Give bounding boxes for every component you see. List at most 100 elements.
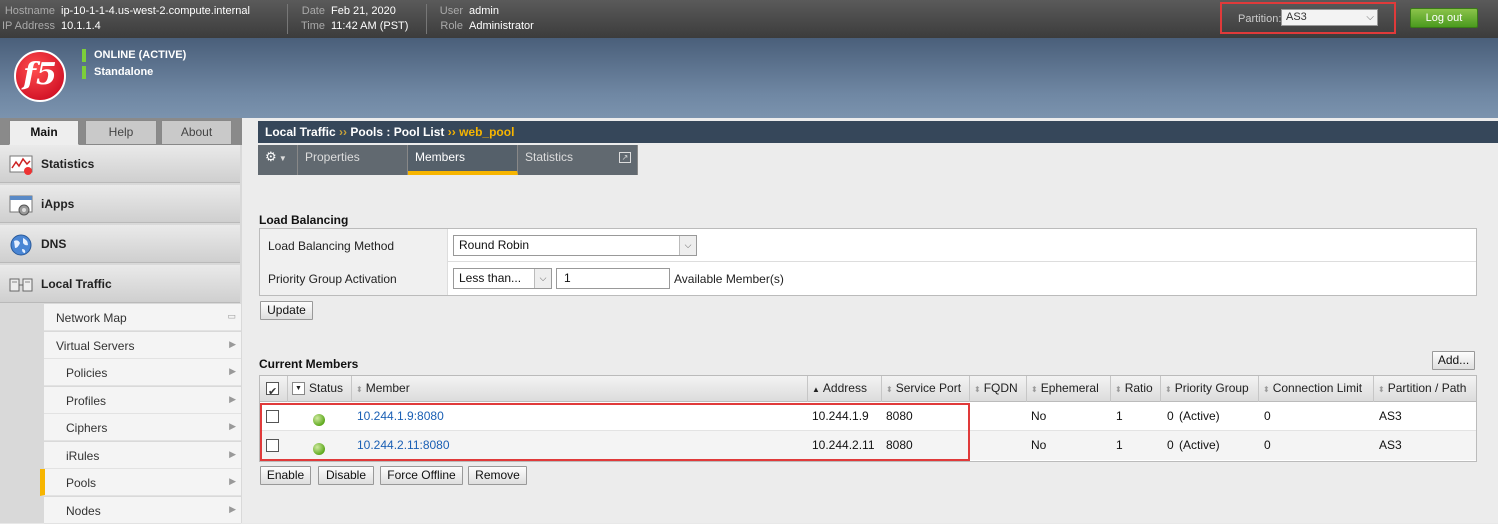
- members-highlight: [260, 403, 970, 461]
- member-priority-status: (Active): [1179, 438, 1220, 452]
- column-priority-group[interactable]: ⬍ Priority Group: [1161, 376, 1259, 402]
- update-button[interactable]: Update: [260, 301, 313, 320]
- member-ratio: 1: [1116, 409, 1123, 423]
- priority-activation-select[interactable]: Less than... ⌵: [453, 268, 552, 289]
- chevron-right-icon: ▶: [229, 449, 236, 459]
- lb-method-select[interactable]: Round Robin ⌵: [453, 235, 697, 256]
- ip-value: 10.1.1.4: [61, 20, 101, 32]
- column-label: Member: [365, 381, 410, 395]
- hostname-label: Hostname: [4, 5, 55, 17]
- external-link-icon: ↗: [619, 152, 631, 163]
- page-tabs: ⚙ ▼ Properties Members Statistics ↗: [258, 145, 638, 175]
- sidebar-item-network-map[interactable]: Network Map ▭: [44, 304, 241, 331]
- member-priority-status: (Active): [1179, 409, 1220, 423]
- sidebar-item-virtual-servers[interactable]: Virtual Servers ▶: [44, 332, 241, 359]
- column-label: Status: [309, 381, 344, 395]
- breadcrumb-separator: ››: [447, 125, 456, 139]
- date-value: Feb 21, 2020: [331, 5, 396, 17]
- select-all-header[interactable]: ✔: [260, 376, 288, 402]
- section-title-load-balancing: Load Balancing: [259, 213, 349, 227]
- chevron-right-icon: ▶: [229, 366, 236, 376]
- sidebar: Main Help About Statistics iApps DNS Loc…: [0, 118, 242, 524]
- field-label: Priority Group Activation: [260, 262, 448, 295]
- filter-dropdown-icon[interactable]: ▼: [292, 382, 305, 396]
- column-fqdn[interactable]: ⬍ FQDN: [970, 376, 1027, 402]
- column-member[interactable]: ⬍ Member: [352, 376, 808, 402]
- sort-icon: ⬍: [356, 385, 363, 394]
- tab-main[interactable]: Main: [9, 120, 79, 145]
- local-traffic-icon: [9, 278, 33, 292]
- sidebar-section-statistics[interactable]: Statistics: [0, 145, 240, 183]
- banner: f5 ONLINE (ACTIVE) Standalone: [0, 38, 1498, 118]
- disable-button[interactable]: Disable: [318, 466, 374, 485]
- chevron-down-icon: ⌵: [534, 269, 551, 288]
- partition-select[interactable]: AS3 ⌵: [1281, 9, 1378, 26]
- column-partition-path[interactable]: ⬍ Partition / Path: [1374, 376, 1476, 402]
- sort-icon: ⬍: [1165, 385, 1172, 394]
- add-member-button[interactable]: Add...: [1432, 351, 1475, 370]
- tab-statistics[interactable]: Statistics ↗: [518, 145, 638, 175]
- tab-members[interactable]: Members: [408, 145, 518, 175]
- tab-properties[interactable]: Properties: [298, 145, 408, 175]
- section-title-current-members: Current Members: [259, 357, 359, 371]
- column-address[interactable]: ▲ Address: [808, 376, 882, 402]
- priority-count-input[interactable]: 1: [556, 268, 670, 289]
- column-connection-limit[interactable]: ⬍ Connection Limit: [1259, 376, 1374, 402]
- chevron-down-icon: ▼: [276, 154, 287, 163]
- lb-method-value: Round Robin: [459, 238, 530, 252]
- table-row: Load Balancing Method Round Robin ⌵: [260, 229, 1476, 262]
- chevron-down-icon: ⌵: [1366, 12, 1374, 23]
- breadcrumb: Local Traffic ›› Pools : Pool List ›› we…: [258, 121, 1498, 143]
- member-partition: AS3: [1379, 438, 1402, 452]
- hostname-value: ip-10-1-1-4.us-west-2.compute.internal: [61, 5, 250, 17]
- partition-label: Partition:: [1238, 13, 1282, 25]
- column-ephemeral[interactable]: ⬍ Ephemeral: [1027, 376, 1111, 402]
- breadcrumb-local-traffic[interactable]: Local Traffic: [265, 125, 336, 139]
- field-label: Load Balancing Method: [260, 229, 448, 262]
- sidebar-item-label: Pools: [66, 476, 97, 490]
- gear-menu-button[interactable]: ⚙ ▼: [258, 145, 298, 175]
- top-bar: Hostname ip-10-1-1-4.us-west-2.compute.in…: [0, 0, 1498, 38]
- sidebar-item-profiles[interactable]: Profiles ▶: [44, 387, 241, 414]
- sidebar-tabs: Main Help About: [0, 118, 242, 145]
- menu-icon: ▭: [227, 311, 236, 321]
- sort-ascending-icon: ▲: [812, 385, 820, 394]
- logout-button[interactable]: Log out: [1410, 8, 1478, 28]
- column-service-port[interactable]: ⬍ Service Port: [882, 376, 970, 402]
- select-all-checkbox[interactable]: ✔: [266, 382, 279, 398]
- globe-icon: [10, 234, 32, 256]
- sidebar-item-ciphers[interactable]: Ciphers ▶: [44, 414, 241, 441]
- load-balancing-table: Load Balancing Method Round Robin ⌵ Prio…: [259, 228, 1477, 296]
- column-label: Ephemeral: [1040, 381, 1099, 395]
- sidebar-section-iapps[interactable]: iApps: [0, 185, 240, 223]
- sidebar-item-pools[interactable]: Pools ▶: [40, 469, 241, 496]
- column-ratio[interactable]: ⬍ Ratio: [1111, 376, 1161, 402]
- sidebar-item-policies[interactable]: Policies ▶: [44, 359, 241, 386]
- sort-icon: ⬍: [974, 385, 981, 394]
- breadcrumb-pool-list[interactable]: Pools : Pool List: [350, 125, 444, 139]
- sidebar-section-dns[interactable]: DNS: [0, 225, 240, 263]
- statistics-icon: [9, 155, 33, 175]
- member-ratio: 1: [1116, 438, 1123, 452]
- sidebar-section-local-traffic[interactable]: Local Traffic: [0, 265, 240, 303]
- force-offline-button[interactable]: Force Offline: [380, 466, 463, 485]
- column-status[interactable]: ▼ Status: [288, 376, 352, 402]
- chevron-down-icon: ⌵: [679, 236, 696, 255]
- tab-about[interactable]: About: [161, 120, 232, 145]
- member-ephemeral: No: [1031, 409, 1047, 423]
- sidebar-item-irules[interactable]: iRules ▶: [44, 442, 241, 469]
- chevron-right-icon: ▶: [229, 421, 236, 431]
- sidebar-section-label: Local Traffic: [41, 277, 112, 291]
- sidebar-item-label: Ciphers: [66, 421, 108, 435]
- status-online: ONLINE (ACTIVE): [82, 49, 186, 62]
- tab-help[interactable]: Help: [85, 120, 157, 145]
- enable-button[interactable]: Enable: [260, 466, 311, 485]
- sidebar-item-label: Nodes: [66, 504, 101, 518]
- sidebar-item-nodes[interactable]: Nodes ▶: [44, 497, 241, 524]
- iapps-icon: [9, 195, 33, 216]
- remove-button[interactable]: Remove: [468, 466, 527, 485]
- main-content: Local Traffic ›› Pools : Pool List ›› we…: [242, 118, 1498, 523]
- user-info: User admin Role Administrator: [408, 4, 534, 34]
- partition-value: AS3: [1286, 11, 1307, 23]
- tab-label: Statistics: [525, 150, 574, 164]
